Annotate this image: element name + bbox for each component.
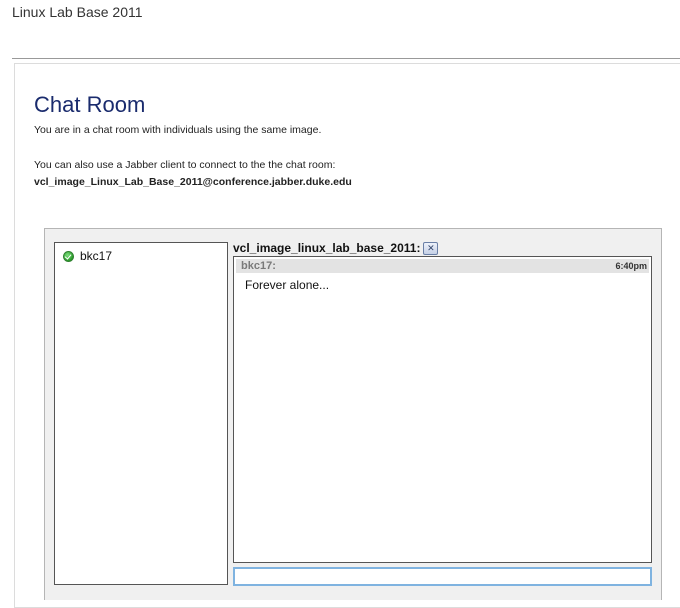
room-name: vcl_image_linux_lab_base_2011: bbox=[233, 241, 421, 255]
chat-message-input[interactable] bbox=[233, 567, 652, 586]
page-title: Chat Room bbox=[34, 92, 146, 117]
user-roster: bkc17 bbox=[54, 242, 228, 585]
online-check-icon bbox=[63, 250, 74, 262]
message-time: 6:40pm bbox=[615, 261, 647, 271]
roster-user[interactable]: bkc17 bbox=[63, 249, 112, 263]
jabber-address: vcl_image_Linux_Lab_Base_2011@conference… bbox=[34, 176, 352, 188]
jabber-instructions: You can also use a Jabber client to conn… bbox=[34, 159, 336, 171]
message-header: bkc17: 6:40pm bbox=[236, 259, 649, 273]
app-title: Linux Lab Base 2011 bbox=[12, 4, 143, 20]
close-icon[interactable]: ✕ bbox=[423, 241, 439, 255]
intro-text: You are in a chat room with individuals … bbox=[34, 124, 322, 136]
room-header: vcl_image_linux_lab_base_2011: ✕ bbox=[233, 241, 439, 255]
roster-user-name: bkc17 bbox=[80, 249, 113, 263]
message-sender: bkc17: bbox=[241, 260, 276, 272]
header-divider bbox=[12, 58, 680, 59]
message-log[interactable]: bkc17: 6:40pm Forever alone... bbox=[233, 256, 652, 563]
message-text: Forever alone... bbox=[245, 278, 330, 292]
